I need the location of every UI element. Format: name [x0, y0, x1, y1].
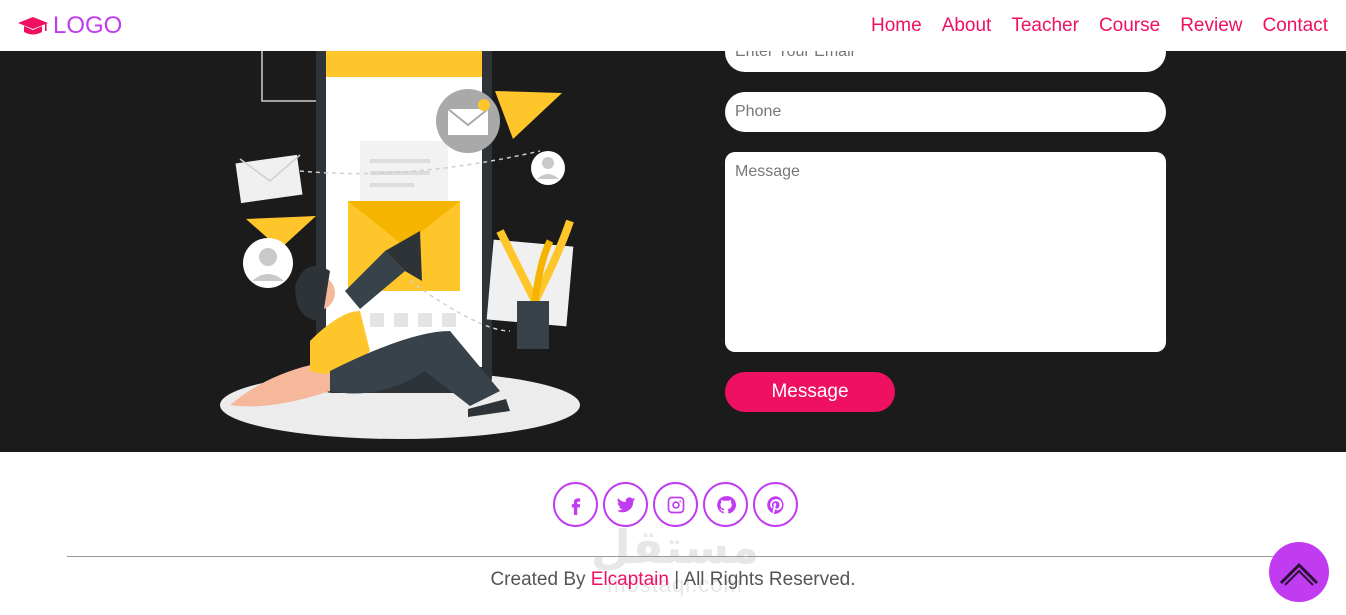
facebook-link[interactable] — [553, 482, 598, 527]
credits-suffix: | All Rights Reserved. — [674, 569, 856, 590]
footer-divider — [67, 556, 1279, 557]
email-field[interactable]: Enter Your Email — [725, 51, 1166, 72]
twitter-link[interactable] — [603, 482, 648, 527]
credits-brand-link[interactable]: Elcaptain — [591, 569, 669, 590]
logo-link[interactable]: LOGO — [17, 12, 122, 40]
nav-teacher[interactable]: Teacher — [1011, 15, 1079, 37]
pinterest-link[interactable] — [753, 482, 798, 527]
message-field[interactable]: Message — [725, 152, 1166, 352]
instagram-icon — [667, 496, 684, 513]
github-icon — [716, 495, 736, 514]
main-nav: Home About Teacher Course Review Contact — [871, 15, 1328, 37]
email-placeholder: Enter Your Email — [735, 51, 855, 60]
chevron-up-icon — [1279, 562, 1319, 586]
graduation-cap-icon — [18, 16, 48, 34]
scroll-to-top-button[interactable] — [1269, 542, 1329, 602]
facebook-icon — [571, 497, 580, 515]
nav-review[interactable]: Review — [1180, 15, 1242, 37]
nav-contact[interactable]: Contact — [1263, 15, 1328, 37]
nav-course[interactable]: Course — [1099, 15, 1160, 37]
credits-prefix: Created By — [490, 569, 586, 590]
logo-text: LOGO — [53, 11, 123, 39]
send-message-button[interactable]: Message — [725, 372, 895, 412]
social-links — [553, 482, 798, 527]
instagram-link[interactable] — [653, 482, 698, 527]
message-placeholder: Message — [735, 163, 800, 180]
site-header: LOGO Home About Teacher Course Review Co… — [0, 0, 1346, 51]
watermark-main: مستقل — [590, 521, 760, 573]
phone-field[interactable]: Phone — [725, 92, 1166, 132]
github-link[interactable] — [703, 482, 748, 527]
site-footer: مستقل mostaql.com Created By Elcaptain |… — [0, 452, 1346, 615]
nav-about[interactable]: About — [942, 15, 992, 37]
nav-home[interactable]: Home — [871, 15, 922, 37]
pinterest-icon — [766, 495, 784, 514]
footer-credits: Created By Elcaptain | All Rights Reserv… — [0, 569, 1346, 591]
contact-illustration — [220, 51, 580, 439]
contact-section: Enter Your Email Phone Message Message — [0, 51, 1346, 452]
twitter-icon — [616, 496, 635, 512]
phone-placeholder: Phone — [735, 103, 782, 120]
